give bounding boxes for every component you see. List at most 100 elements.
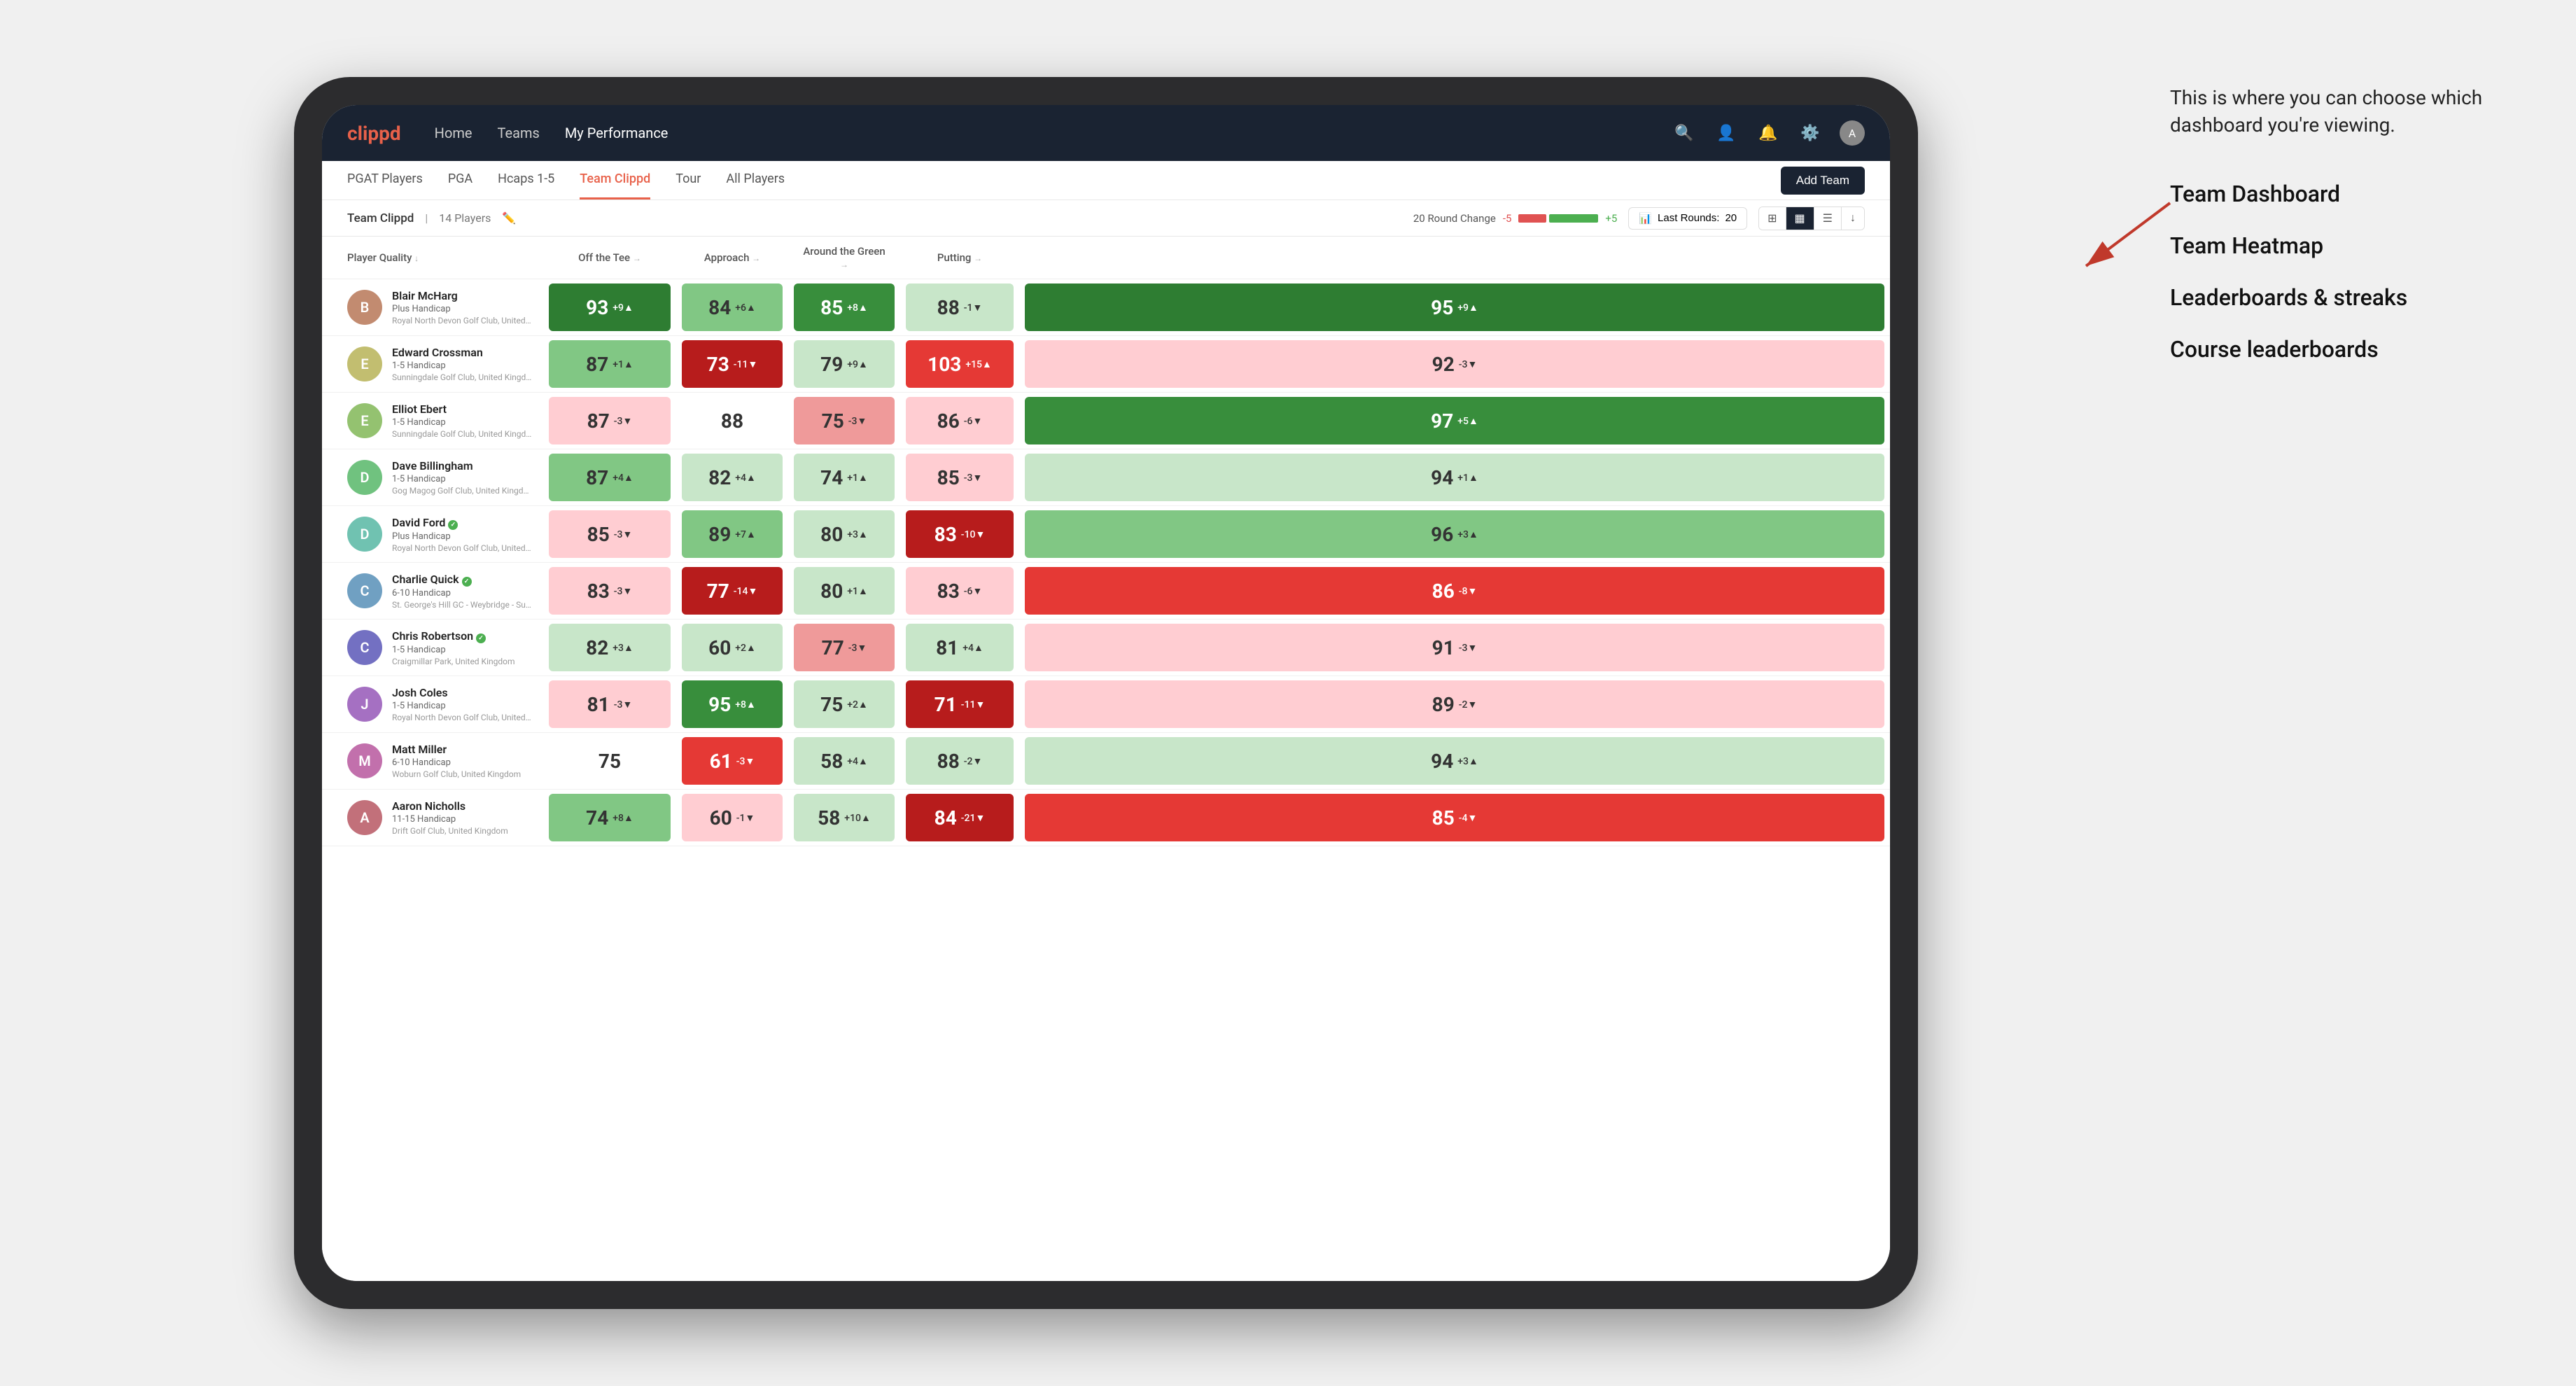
score-cell-1-0[interactable]: 87+1▲ — [543, 336, 676, 393]
edit-icon[interactable]: ✏️ — [502, 211, 516, 225]
nav-item-my-performance[interactable]: My Performance — [565, 125, 668, 141]
score-cell-2-2[interactable]: 75-3▼ — [788, 393, 900, 449]
table-row: EElliot Ebert1-5 HandicapSunningdale Gol… — [322, 393, 1890, 449]
score-change: -3▼ — [1459, 358, 1478, 370]
nav-item-home[interactable]: Home — [435, 125, 472, 141]
dashboard-option-3[interactable]: Course leaderboards — [2170, 336, 2534, 363]
score-number: 77 — [707, 580, 729, 603]
score-cell-2-3[interactable]: 86-6▼ — [900, 393, 1019, 449]
view-toggle: ⊞ ▦ ☰ ↓ — [1758, 206, 1865, 230]
score-cell-4-1[interactable]: 89+7▲ — [676, 506, 788, 563]
heatmap-view-button[interactable]: ▦ — [1786, 207, 1814, 230]
score-cell-3-1[interactable]: 82+4▲ — [676, 449, 788, 506]
score-cell-0-1[interactable]: 84+6▲ — [676, 279, 788, 336]
score-cell-6-1[interactable]: 60+2▲ — [676, 620, 788, 676]
player-cell-7[interactable]: JJosh Coles1-5 HandicapRoyal North Devon… — [322, 676, 543, 733]
score-cell-4-0[interactable]: 85-3▼ — [543, 506, 676, 563]
nav-item-teams[interactable]: Teams — [498, 125, 540, 141]
score-cell-1-4[interactable]: 92-3▼ — [1019, 336, 1890, 393]
player-cell-8[interactable]: MMatt Miller6-10 HandicapWoburn Golf Clu… — [322, 733, 543, 790]
score-cell-6-4[interactable]: 91-3▼ — [1019, 620, 1890, 676]
notification-icon[interactable]: 🔔 — [1756, 120, 1781, 146]
score-cell-6-3[interactable]: 81+4▲ — [900, 620, 1019, 676]
score-cell-6-0[interactable]: 82+3▲ — [543, 620, 676, 676]
sub-nav-tab-pga[interactable]: PGA — [448, 161, 472, 200]
score-cell-3-0[interactable]: 87+4▲ — [543, 449, 676, 506]
score-cell-2-1[interactable]: 88 — [676, 393, 788, 449]
sub-nav-tab-hcaps-1-5[interactable]: Hcaps 1-5 — [498, 161, 554, 200]
player-handicap: Plus Handicap — [392, 531, 532, 542]
add-team-button[interactable]: Add Team — [1781, 167, 1865, 195]
sub-nav-tab-pgat-players[interactable]: PGAT Players — [347, 161, 423, 200]
score-cell-8-0[interactable]: 75 — [543, 733, 676, 790]
score-cell-9-1[interactable]: 60-1▼ — [676, 790, 788, 846]
score-cell-5-4[interactable]: 86-8▼ — [1019, 563, 1890, 620]
score-cell-9-4[interactable]: 85-4▼ — [1019, 790, 1890, 846]
download-button[interactable]: ↓ — [1842, 207, 1864, 230]
score-cell-5-1[interactable]: 77-14▼ — [676, 563, 788, 620]
score-cell-8-3[interactable]: 88-2▼ — [900, 733, 1019, 790]
score-cell-1-2[interactable]: 79+9▲ — [788, 336, 900, 393]
score-cell-0-2[interactable]: 85+8▲ — [788, 279, 900, 336]
player-cell-2[interactable]: EElliot Ebert1-5 HandicapSunningdale Gol… — [322, 393, 543, 449]
settings-icon[interactable]: ⚙️ — [1798, 120, 1823, 146]
sub-nav-tab-all-players[interactable]: All Players — [726, 161, 785, 200]
player-cell-1[interactable]: EEdward Crossman1-5 HandicapSunningdale … — [322, 336, 543, 393]
score-cell-2-4[interactable]: 97+5▲ — [1019, 393, 1890, 449]
avatar: E — [347, 346, 382, 382]
score-cell-1-1[interactable]: 73-11▼ — [676, 336, 788, 393]
sub-nav-tab-tour[interactable]: Tour — [676, 161, 701, 200]
score-cell-7-1[interactable]: 95+8▲ — [676, 676, 788, 733]
player-cell-6[interactable]: CChris Robertson✓1-5 HandicapCraigmillar… — [322, 620, 543, 676]
score-cell-3-4[interactable]: 94+1▲ — [1019, 449, 1890, 506]
score-cell-8-1[interactable]: 61-3▼ — [676, 733, 788, 790]
verified-icon: ✓ — [462, 577, 472, 587]
score-number: 88 — [721, 410, 743, 433]
score-cell-2-0[interactable]: 87-3▼ — [543, 393, 676, 449]
player-handicap: 1-5 Handicap — [392, 701, 532, 711]
score-cell-3-2[interactable]: 74+1▲ — [788, 449, 900, 506]
score-cell-9-0[interactable]: 74+8▲ — [543, 790, 676, 846]
grid-view-button[interactable]: ⊞ — [1759, 207, 1786, 230]
score-number: 85 — [820, 296, 843, 319]
avatar[interactable]: A — [1840, 120, 1865, 146]
score-cell-4-4[interactable]: 96+3▲ — [1019, 506, 1890, 563]
score-cell-7-4[interactable]: 89-2▼ — [1019, 676, 1890, 733]
player-cell-3[interactable]: DDave Billingham1-5 HandicapGog Magog Go… — [322, 449, 543, 506]
score-cell-5-3[interactable]: 83-6▼ — [900, 563, 1019, 620]
score-cell-8-2[interactable]: 58+4▲ — [788, 733, 900, 790]
score-cell-0-4[interactable]: 95+9▲ — [1019, 279, 1890, 336]
score-cell-0-0[interactable]: 93+9▲ — [543, 279, 676, 336]
score-cell-4-3[interactable]: 83-10▼ — [900, 506, 1019, 563]
score-cell-3-3[interactable]: 85-3▼ — [900, 449, 1019, 506]
score-change: -1▼ — [964, 302, 983, 314]
score-cell-9-3[interactable]: 84-21▼ — [900, 790, 1019, 846]
dashboard-option-2[interactable]: Leaderboards & streaks — [2170, 284, 2534, 311]
dashboard-option-1[interactable]: Team Heatmap — [2170, 232, 2534, 259]
score-cell-7-2[interactable]: 75+2▲ — [788, 676, 900, 733]
sub-nav-tab-team-clippd[interactable]: Team Clippd — [580, 161, 650, 200]
player-cell-0[interactable]: BBlair McHargPlus HandicapRoyal North De… — [322, 279, 543, 336]
bar-red — [1518, 214, 1546, 223]
score-cell-4-2[interactable]: 80+3▲ — [788, 506, 900, 563]
player-cell-4[interactable]: DDavid Ford✓Plus HandicapRoyal North Dev… — [322, 506, 543, 563]
score-cell-5-0[interactable]: 83-3▼ — [543, 563, 676, 620]
list-view-button[interactable]: ☰ — [1814, 207, 1842, 230]
score-cell-7-3[interactable]: 71-11▼ — [900, 676, 1019, 733]
player-cell-5[interactable]: CCharlie Quick✓6-10 HandicapSt. George's… — [322, 563, 543, 620]
profile-icon[interactable]: 👤 — [1714, 120, 1739, 146]
score-cell-0-3[interactable]: 88-1▼ — [900, 279, 1019, 336]
last-rounds-button[interactable]: 📊 Last Rounds: 20 — [1628, 207, 1747, 230]
player-cell-9[interactable]: AAaron Nicholls11-15 HandicapDrift Golf … — [322, 790, 543, 846]
player-club: Gog Magog Golf Club, United Kingdom — [392, 486, 532, 496]
player-name: Elliot Ebert — [392, 402, 532, 416]
score-cell-7-0[interactable]: 81-3▼ — [543, 676, 676, 733]
dashboard-option-0[interactable]: Team Dashboard — [2170, 181, 2534, 207]
score-cell-9-2[interactable]: 58+10▲ — [788, 790, 900, 846]
search-icon[interactable]: 🔍 — [1672, 120, 1697, 146]
score-cell-8-4[interactable]: 94+3▲ — [1019, 733, 1890, 790]
score-cell-5-2[interactable]: 80+1▲ — [788, 563, 900, 620]
score-number: 95 — [708, 693, 731, 716]
score-cell-1-3[interactable]: 103+15▲ — [900, 336, 1019, 393]
score-cell-6-2[interactable]: 77-3▼ — [788, 620, 900, 676]
